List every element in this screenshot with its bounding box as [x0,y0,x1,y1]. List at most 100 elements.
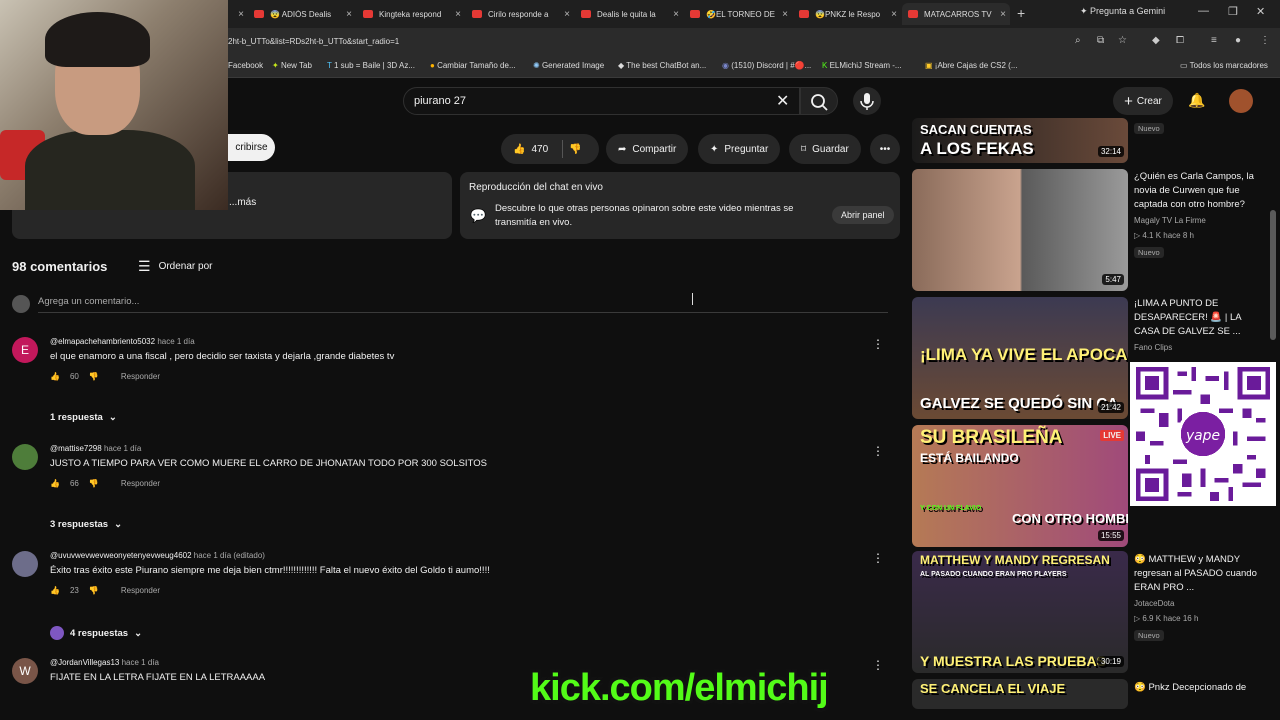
related-thumbnail[interactable]: SACAN CUENTAS A LOS FEKAS 32:14 [912,118,1128,163]
comment-menu-icon[interactable]: ⋮ [872,337,884,351]
bookmark-item[interactable]: ✦ New Tab [272,61,312,70]
install-icon[interactable]: ⧉ [1097,35,1104,46]
dislike-icon[interactable]: 👎 [569,144,581,155]
reply-button[interactable]: Responder [121,586,160,595]
comment-menu-icon[interactable]: ⋮ [872,551,884,565]
search-input[interactable] [414,95,714,107]
bookmark-item[interactable]: ✺ Generated Image [533,61,604,70]
related-info: 😳 MATTHEW y MANDY regresan al PASADO cua… [1134,553,1264,643]
sort-comments-button[interactable]: ☰ Ordenar por [138,258,212,275]
like-icon[interactable]: 👍 [50,372,60,381]
comment-author[interactable]: @mattise7298 [50,444,102,453]
close-tab-icon[interactable]: × [564,9,570,20]
comment-time: hace 1 día [157,337,195,346]
bookmark-item[interactable]: Facebook [228,61,263,70]
browser-tab[interactable]: 🤣EL TORNEO DE × [684,3,792,25]
gemini-button[interactable]: ✦ Pregunta a Gemini [1080,6,1165,17]
reply-button[interactable]: Responder [121,479,160,488]
bookmark-item[interactable]: ▣ ¡Abre Cajas de CS2 (... [925,61,1017,70]
like-icon[interactable]: 👍 [50,586,60,595]
related-channel[interactable]: Fano Clips [1134,342,1264,354]
related-thumbnail[interactable]: MATTHEW Y MANDY REGRESAN AL PASADO CUAND… [912,551,1128,673]
clear-search-icon[interactable]: ✕ [776,91,789,111]
related-thumbnail[interactable]: SE CANCELA EL VIAJE [912,679,1128,709]
maximize-icon[interactable]: ❐ [1228,5,1238,18]
comment-author[interactable]: @elmapachehambriento5032 [50,337,155,346]
avatar[interactable]: W [12,658,38,684]
close-tab-icon[interactable]: × [346,9,352,20]
description-more[interactable]: ...más [229,197,256,208]
related-thumbnail[interactable]: 5:47 [912,169,1128,291]
puzzle-icon[interactable]: ⧠ [1176,35,1184,46]
reply-button[interactable]: Responder [121,372,160,381]
comment-menu-icon[interactable]: ⋮ [872,658,884,672]
dislike-icon[interactable]: 👎 [89,479,99,488]
browser-tab[interactable]: 😨PNKZ le Respo × [793,3,901,25]
close-tab-icon[interactable]: × [782,9,788,20]
like-icon[interactable]: 👍 [513,144,525,155]
comment-author[interactable]: @uvuvwevwevweonyetenyevweug4602 [50,551,192,560]
browser-tab-active[interactable]: MATACARROS TV × [902,3,1010,25]
close-tab-icon[interactable]: × [455,9,461,20]
replies-toggle[interactable]: 3 respuestas ⌄ [50,519,122,530]
avatar[interactable] [12,551,38,577]
save-button[interactable]: ⌑ Guardar [789,134,861,164]
scrollbar[interactable] [1270,210,1276,340]
close-tab-icon[interactable]: × [1000,9,1006,20]
search-button[interactable] [800,87,838,115]
minimize-icon[interactable]: — [1198,5,1209,17]
extension-icon[interactable]: ◆ [1152,35,1160,46]
more-actions-button[interactable]: ••• [870,134,900,164]
related-title[interactable]: ¡LIMA A PUNTO DE DESAPARECER! 🚨 | LA CAS… [1134,297,1264,339]
like-icon[interactable]: 👍 [50,479,60,488]
ask-button[interactable]: ✦ Preguntar [698,134,781,164]
open-panel-button[interactable]: Abrir panel [832,206,894,224]
close-tab-icon[interactable]: × [673,9,679,20]
add-comment-input[interactable]: Agrega un comentario... [38,296,888,313]
subscribe-button[interactable]: cribirse [228,134,275,161]
browser-tab[interactable]: 😨 ADIÓS Dealis × [248,3,356,25]
related-channel[interactable]: JotaceDota [1134,598,1264,610]
close-window-icon[interactable]: ✕ [1256,5,1265,18]
share-button[interactable]: ➦ Compartir [606,134,689,164]
bookmark-star-icon[interactable]: ☆ [1118,35,1127,46]
notifications-bell-icon[interactable]: 🔔 [1188,92,1205,109]
related-thumbnail[interactable]: SU BRASILEÑA ESTÁ BAILANDO Y CON UN FLAV… [912,425,1128,547]
voice-search-button[interactable] [853,87,881,115]
dislike-icon[interactable]: 👎 [89,372,99,381]
create-button[interactable]: + Crear [1113,87,1173,115]
close-tab-icon[interactable]: × [891,9,897,20]
bookmark-item[interactable]: ◆ The best ChatBot an... [618,61,706,70]
like-count[interactable]: 470 [531,144,548,155]
dislike-icon[interactable]: 👎 [89,586,99,595]
search-box [403,87,800,115]
bookmark-item[interactable]: T 1 sub = Baile | 3D Az... [327,61,415,70]
related-title[interactable]: 😳 MATTHEW y MANDY regresan al PASADO cua… [1134,553,1264,595]
comment-author[interactable]: @JordanVillegas13 [50,658,119,667]
browser-tab[interactable]: Cirilo responde a × [466,3,574,25]
related-thumbnail[interactable]: ¡LIMA YA VIVE EL APOCALIPSIS! GALVEZ SE … [912,297,1128,419]
menu-dots-icon[interactable]: ⋮ [1260,35,1270,46]
avatar[interactable] [12,444,38,470]
browser-tab[interactable]: Kingteka respond × [357,3,465,25]
browser-tab[interactable]: Dealis le quita la × [575,3,683,25]
bookmark-item[interactable]: ● Cambiar Tamaño de... [430,61,516,70]
bookmark-item[interactable]: ◉ (1510) Discord | #🔴... [722,61,811,70]
media-icon[interactable]: ≡ [1211,35,1217,46]
bookmark-item[interactable]: K ELMichiJ Stream -... [822,61,902,70]
url-field[interactable]: 2ht-b_UTTo&list=RDs2ht-b_UTTo&start_radi… [228,37,399,46]
related-title[interactable]: ¿Quién es Carla Campos, la novia de Curw… [1134,170,1264,212]
comment-menu-icon[interactable]: ⋮ [872,444,884,458]
profile-icon[interactable]: ● [1235,35,1241,46]
avatar[interactable]: E [12,337,38,363]
replies-toggle[interactable]: 1 respuesta ⌄ [50,412,117,423]
user-avatar[interactable] [1229,89,1253,113]
replies-toggle[interactable]: 4 respuestas ⌄ [50,626,142,640]
related-title[interactable]: 😳 Pnkz Decepcionado de [1134,681,1264,695]
related-channel[interactable]: Magaly TV La Firme [1134,215,1264,227]
new-tab-button[interactable]: + [1017,5,1025,21]
zoom-icon[interactable]: ⌕ [1075,35,1081,46]
close-tab-icon[interactable]: × [238,9,244,20]
bookmarks-folder[interactable]: ▭ Todos los marcadores [1180,61,1268,70]
browser-tab[interactable]: × [228,3,248,25]
